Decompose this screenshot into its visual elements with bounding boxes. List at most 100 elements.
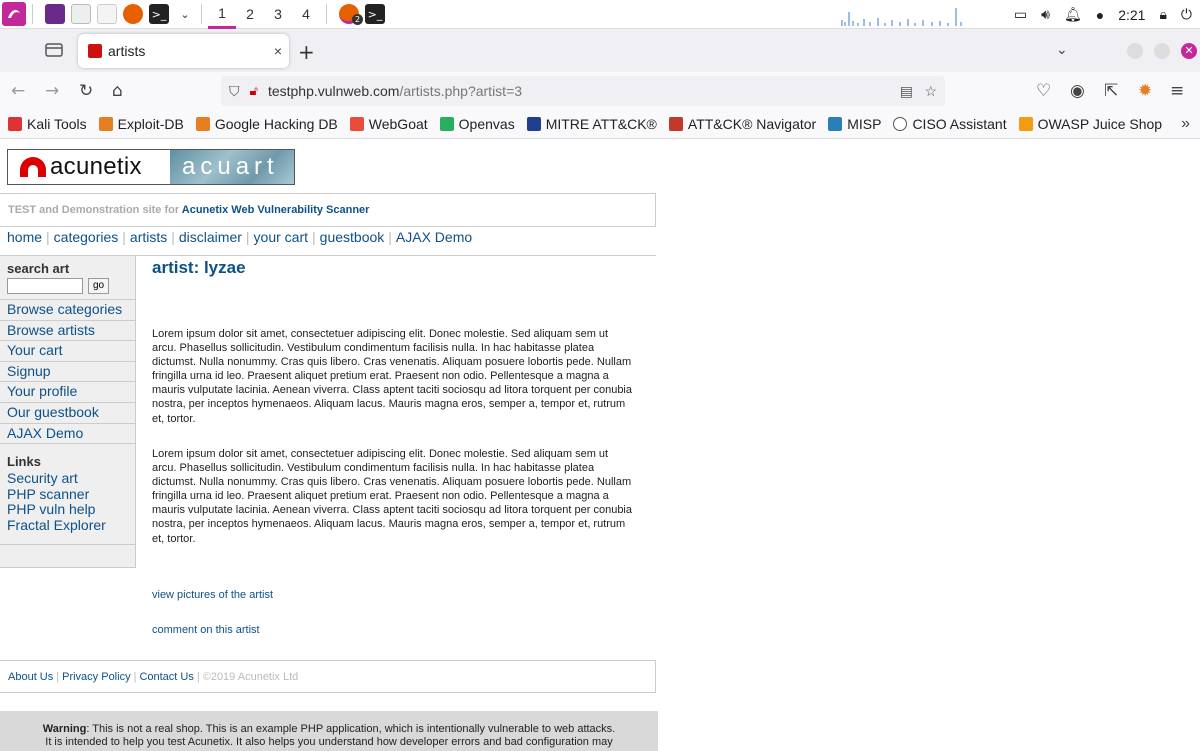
nav-signup[interactable]: Signup xyxy=(7,363,51,379)
left-nav-item: AJAX Demo xyxy=(0,422,135,444)
url-bar[interactable]: ⛉ 🔓︎ testphp.vulnweb.com/artists.php?art… xyxy=(221,76,945,106)
tab-close-icon[interactable]: × xyxy=(267,43,289,59)
updates-icon[interactable]: ● xyxy=(1096,7,1104,23)
new-tab-button[interactable]: + xyxy=(298,40,315,64)
bookmark-attack-navigator[interactable]: ATT&CK® Navigator xyxy=(668,116,816,132)
footer-about-link[interactable]: About Us xyxy=(8,671,53,683)
notifications-icon[interactable]: 🔔︎ xyxy=(1064,6,1082,23)
footer-contact-link[interactable]: Contact Us xyxy=(139,671,193,683)
left-nav-item: Your profile xyxy=(0,381,135,402)
bookmark-google-hacking-db[interactable]: Google Hacking DB xyxy=(195,116,338,132)
shield-icon[interactable]: ⛉ xyxy=(229,83,240,100)
bookmarks-overflow-icon[interactable]: » xyxy=(1181,115,1190,133)
close-window-button[interactable]: ✕ xyxy=(1181,43,1197,59)
terminal-launcher-icon[interactable]: >_ xyxy=(149,4,169,24)
display-icon[interactable]: ▭ xyxy=(1014,6,1027,23)
kali-menu-icon[interactable] xyxy=(2,2,26,26)
workspace-2[interactable]: 2 xyxy=(236,0,264,29)
nav-your-profile[interactable]: Your profile xyxy=(7,383,77,399)
acunetix-mark-icon xyxy=(20,157,46,177)
link-fractal-explorer[interactable]: Fractal Explorer xyxy=(7,517,135,534)
search-go-button[interactable]: go xyxy=(88,278,110,294)
power-icon[interactable]: ⏻ xyxy=(1181,6,1192,23)
footer-separator: | xyxy=(196,671,200,683)
minimize-button[interactable] xyxy=(1127,43,1143,59)
pocket-icon[interactable]: ♡ xyxy=(1036,81,1051,101)
workspace-3[interactable]: 3 xyxy=(264,0,292,29)
insecure-lock-icon[interactable]: 🔓︎ xyxy=(250,83,258,99)
menu-categories[interactable]: categories xyxy=(54,229,119,245)
footer-privacy-link[interactable]: Privacy Policy xyxy=(62,671,130,683)
maximize-button[interactable] xyxy=(1154,43,1170,59)
menu-your-cart[interactable]: your cart xyxy=(254,229,308,245)
text-editor-icon[interactable] xyxy=(97,4,117,24)
menu-guestbook[interactable]: guestbook xyxy=(320,229,385,245)
tab-artists[interactable]: artists × xyxy=(78,34,289,68)
foxyproxy-icon[interactable]: ✹ xyxy=(1138,81,1152,101)
left-sidebar: search art go Browse categories Browse a… xyxy=(0,256,136,568)
bookmark-exploit-db[interactable]: Exploit-DB xyxy=(98,116,184,132)
menu-ajax-demo[interactable]: AJAX Demo xyxy=(396,229,472,245)
menu-icon[interactable]: ≡ xyxy=(1170,81,1184,101)
file-manager-icon[interactable] xyxy=(71,4,91,24)
warning-text-line2: It is intended to help you test Acunetix… xyxy=(45,736,613,748)
nav-ajax-demo[interactable]: AJAX Demo xyxy=(7,425,83,441)
extensions-icon[interactable]: ⇱ xyxy=(1104,81,1118,101)
menu-separator: | xyxy=(46,229,50,245)
search-art-heading: search art xyxy=(7,261,70,276)
firefox-window-icon[interactable]: 2 xyxy=(339,4,363,25)
account-icon[interactable]: ◉ xyxy=(1070,81,1085,101)
globe-icon xyxy=(893,117,908,131)
list-all-tabs-icon[interactable]: ⌄ xyxy=(1056,42,1068,58)
site-logo[interactable]: acunetix acuart xyxy=(7,149,295,185)
menu-artists[interactable]: artists xyxy=(130,229,167,245)
link-security-art[interactable]: Security art xyxy=(7,471,135,487)
bookmark-misp[interactable]: MISP xyxy=(828,116,881,132)
menu-separator: | xyxy=(388,229,392,245)
view-pictures-link[interactable]: view pictures of the artist xyxy=(152,589,273,601)
reload-icon[interactable]: ↻ xyxy=(79,81,93,101)
acunetix-logo: acunetix xyxy=(8,150,170,184)
show-desktop-icon[interactable] xyxy=(45,4,65,24)
search-input[interactable] xyxy=(7,278,83,294)
nav-our-guestbook[interactable]: Our guestbook xyxy=(7,404,99,420)
bookmark-mitre-attack[interactable]: MITRE ATT&CK® xyxy=(526,116,657,132)
left-nav-item: Browse artists xyxy=(0,319,135,341)
tab-list-icon[interactable] xyxy=(44,41,64,59)
home-icon[interactable]: ⌂ xyxy=(112,81,123,101)
search-form: go xyxy=(0,276,135,294)
lock-icon[interactable]: 🔒︎ xyxy=(1159,6,1166,23)
forward-icon[interactable]: → xyxy=(45,81,59,101)
menu-disclaimer[interactable]: disclaimer xyxy=(179,229,242,245)
acuart-logo: acuart xyxy=(170,150,294,184)
panel-separator xyxy=(326,4,327,24)
volume-icon[interactable]: 🔊︎ xyxy=(1041,6,1050,23)
chevron-down-icon[interactable]: ⌄ xyxy=(175,4,195,24)
nav-browse-categories[interactable]: Browse categories xyxy=(7,301,122,317)
nav-your-cart[interactable]: Your cart xyxy=(7,342,63,358)
left-nav: Browse categories Browse artists Your ca… xyxy=(0,299,135,443)
bookmark-owasp-juice-shop[interactable]: OWASP Juice Shop xyxy=(1018,116,1162,132)
clock[interactable]: 2:21 xyxy=(1118,7,1145,23)
terminal-window-icon[interactable]: >_ xyxy=(365,4,385,24)
reader-view-icon[interactable]: ▤ xyxy=(900,83,913,100)
tagline-scanner-link[interactable]: Acunetix Web Vulnerability Scanner xyxy=(182,204,370,216)
bookmark-ciso-assistant[interactable]: CISO Assistant xyxy=(893,116,1007,132)
link-php-vuln-help[interactable]: PHP vuln help xyxy=(7,502,135,518)
exploit-db-icon xyxy=(98,117,113,131)
firefox-launcher-icon[interactable] xyxy=(123,4,143,24)
link-php-scanner[interactable]: PHP scanner xyxy=(7,486,135,503)
warning-label: Warning xyxy=(42,723,87,735)
links-heading: Links xyxy=(7,454,41,470)
workspace-4[interactable]: 4 xyxy=(292,0,320,29)
back-icon[interactable]: ← xyxy=(11,81,25,101)
nav-browse-artists[interactable]: Browse artists xyxy=(7,322,95,338)
menu-home[interactable]: home xyxy=(7,229,42,245)
bookmark-kali-tools[interactable]: Kali Tools xyxy=(8,116,87,132)
comment-artist-link[interactable]: comment on this artist xyxy=(152,624,260,636)
bookmark-webgoat[interactable]: WebGoat xyxy=(349,116,428,132)
bookmark-openvas[interactable]: Openvas xyxy=(439,116,515,132)
workspace-1[interactable]: 1 xyxy=(208,0,236,29)
bookmark-star-icon[interactable]: ☆ xyxy=(924,83,937,100)
links-section: Links Security art PHP scanner PHP vuln … xyxy=(0,443,135,539)
